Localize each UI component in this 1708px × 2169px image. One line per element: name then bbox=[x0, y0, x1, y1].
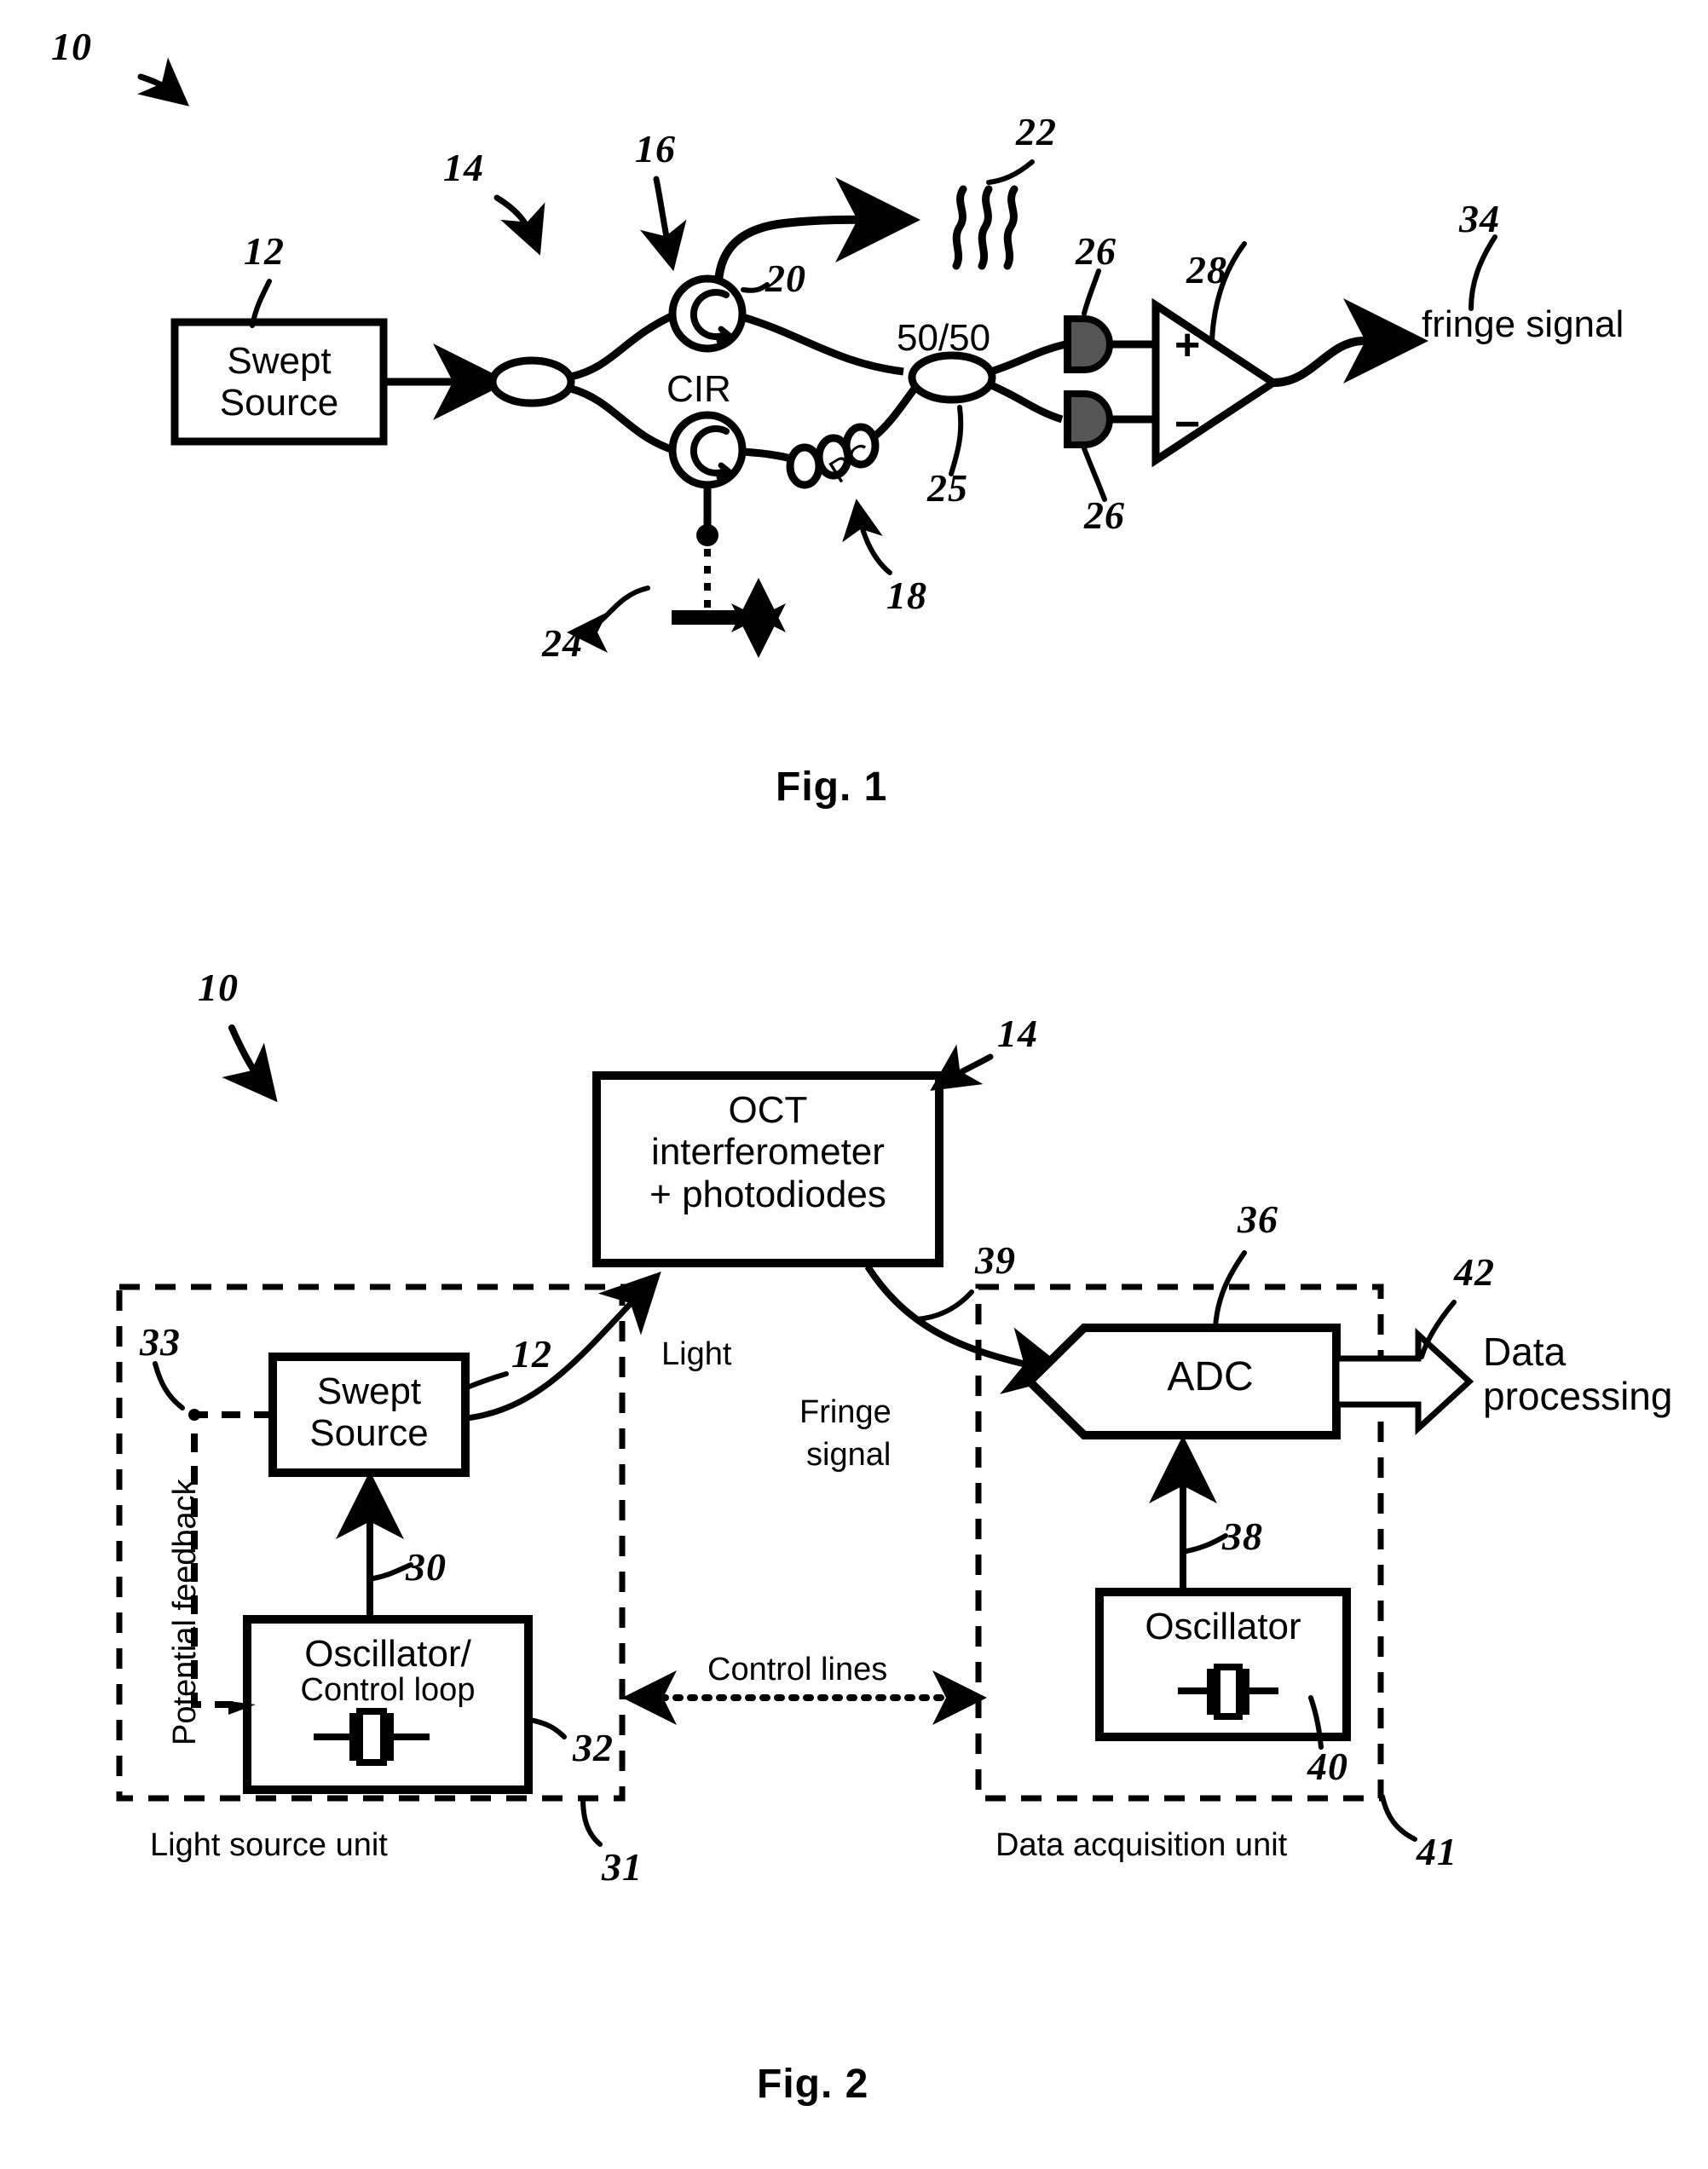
swept-source-line1: Swept bbox=[227, 340, 332, 382]
fig1-ref-22: 22 bbox=[1016, 110, 1057, 153]
fig2-ref-33: 33 bbox=[140, 1320, 181, 1364]
fig1-caption: Fig. 1 bbox=[776, 764, 888, 810]
fig2-ref-39: 39 bbox=[975, 1238, 1016, 1282]
fig2-swept-source-label: Swept Source bbox=[273, 1370, 465, 1455]
fig1-ref-10: 10 bbox=[51, 25, 92, 68]
fig1-ref-26-upper: 26 bbox=[1076, 229, 1117, 273]
fig2-ref-42: 42 bbox=[1454, 1250, 1495, 1294]
fig2-ref-36: 36 bbox=[1238, 1197, 1278, 1241]
dp-line1: Data bbox=[1483, 1330, 1567, 1374]
fig2-caption: Fig. 2 bbox=[757, 2062, 869, 2107]
patent-drawing-sheet: 10 Swept Source 12 14 16 20 22 26 26 28 … bbox=[0, 0, 1708, 2169]
fig1-5050-label: 50/50 bbox=[897, 317, 991, 359]
oct-line2: interferometer bbox=[651, 1131, 885, 1174]
fig1-amp-minus: − bbox=[1174, 400, 1201, 449]
fig1-input-coupler bbox=[488, 356, 575, 407]
fig1-photodiode-lower bbox=[1064, 390, 1113, 448]
fig2-ref-38: 38 bbox=[1222, 1514, 1263, 1558]
oct-line1: OCT bbox=[728, 1089, 808, 1131]
fig1-ref-25: 25 bbox=[927, 466, 968, 510]
dp-line2: processing bbox=[1483, 1374, 1673, 1419]
fig1-swept-source-label: Swept Source bbox=[175, 340, 384, 424]
fig2-fringe-line2: signal bbox=[806, 1437, 892, 1473]
swept-source-line2: Source bbox=[219, 382, 339, 424]
oct-line3: + photodiodes bbox=[649, 1173, 886, 1215]
f2-ss-line2: Source bbox=[309, 1412, 429, 1455]
fig1-fiber-end bbox=[696, 524, 718, 546]
fig2-adc-label: ADC bbox=[1167, 1354, 1254, 1399]
fig1-fringe-signal-label: fringe signal bbox=[1422, 303, 1624, 345]
fig2-oct-label: OCT interferometer + photodiodes bbox=[597, 1089, 939, 1215]
fig1-ref-28: 28 bbox=[1186, 248, 1227, 291]
fig2-data-processing-label: Data processing bbox=[1483, 1330, 1672, 1419]
fig2-light-source-unit-label: Light source unit bbox=[150, 1827, 388, 1863]
fig1-sample-squiggles bbox=[952, 185, 1018, 270]
fig2-ref-31: 31 bbox=[602, 1845, 643, 1889]
fig1-ref-18: 18 bbox=[886, 574, 927, 617]
fig1-amp-plus: + bbox=[1174, 320, 1201, 370]
fig1-ref-16: 16 bbox=[635, 127, 676, 170]
f2-ss-line1: Swept bbox=[316, 1370, 422, 1412]
fig1-cir-label: CIR bbox=[666, 368, 731, 410]
fig2-osc-control-line1: Oscillator/ bbox=[304, 1633, 471, 1675]
fig1-photodiode-upper bbox=[1064, 315, 1113, 373]
fig1-ref-34: 34 bbox=[1459, 197, 1500, 240]
fig1-reference-mirror bbox=[672, 610, 743, 625]
fig2-ref-41: 41 bbox=[1417, 1830, 1457, 1873]
fig2-osc-control-line2: Control loop bbox=[300, 1672, 476, 1708]
fig2-ref-30: 30 bbox=[406, 1545, 447, 1589]
fig1-ref-12: 12 bbox=[244, 229, 285, 273]
fig1-ref-14: 14 bbox=[443, 146, 484, 189]
fig1-ref-24: 24 bbox=[542, 621, 583, 665]
fig2-control-lines-label: Control lines bbox=[707, 1652, 888, 1687]
fig2-oscillator-label: Oscillator bbox=[1145, 1606, 1301, 1647]
fig2-data-processing-arrow bbox=[1333, 1328, 1474, 1435]
fig2-fringe-line1: Fringe bbox=[799, 1394, 892, 1430]
fig2-data-acq-unit-label: Data acquisition unit bbox=[995, 1827, 1288, 1863]
fig2-potential-feedback-label: Potential feedback bbox=[167, 1479, 203, 1745]
fig1-ref-20: 20 bbox=[765, 257, 806, 300]
fig2-ref-14: 14 bbox=[997, 1012, 1038, 1055]
fig2-ref-12: 12 bbox=[511, 1332, 552, 1376]
fig1-ref-26-lower: 26 bbox=[1084, 493, 1125, 537]
fig2-ref-40: 40 bbox=[1307, 1745, 1348, 1788]
fig2-ref-32: 32 bbox=[573, 1726, 614, 1769]
fig1-output-coupler bbox=[908, 351, 996, 404]
fig2-light-label: Light bbox=[661, 1336, 732, 1372]
fig2-ref-10: 10 bbox=[198, 966, 239, 1009]
